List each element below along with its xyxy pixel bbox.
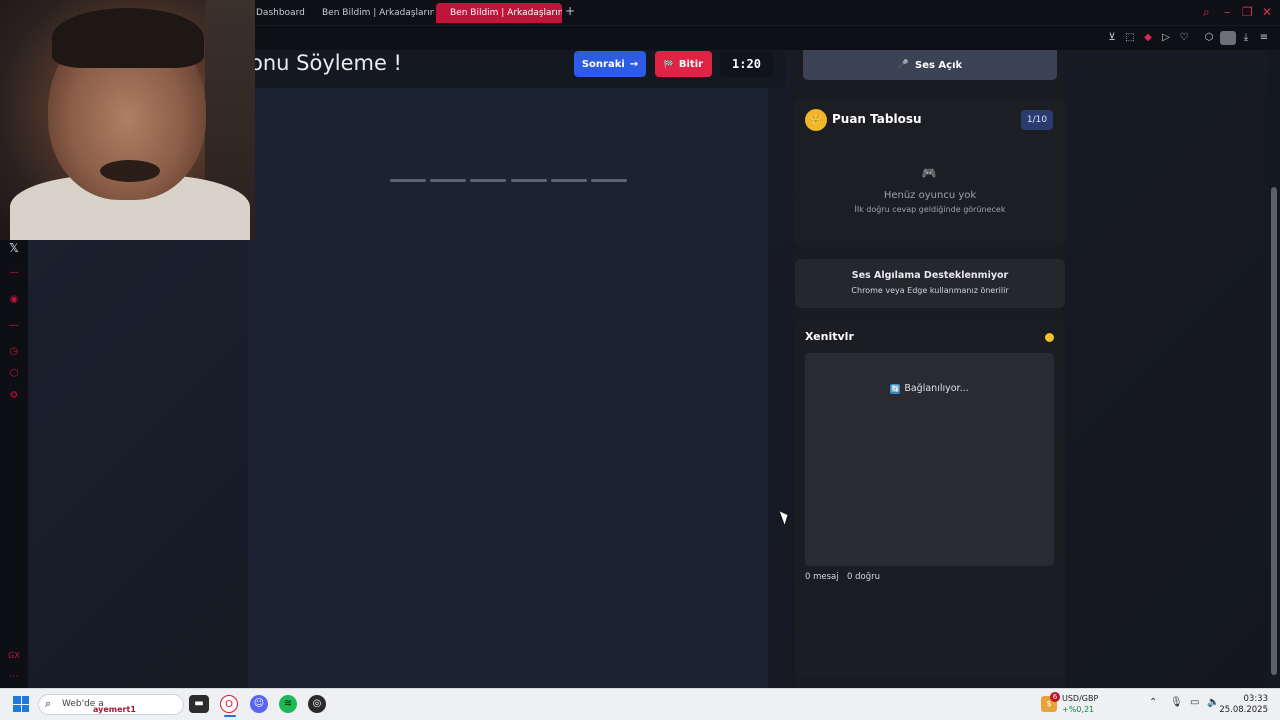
- tab-label: Dashboard: [256, 8, 305, 18]
- answer-slot: [550, 179, 587, 182]
- clock-time[interactable]: 03:33: [1210, 694, 1269, 704]
- next-label: Sonraki: [581, 58, 625, 70]
- history-icon[interactable]: ◷: [7, 345, 21, 359]
- voice-notice-subtitle: Chrome veya Edge kullanmanız önerilir: [851, 286, 1009, 295]
- leaderboard-empty-subtitle: İlk doğru cevap geldiğinde görünecek: [854, 205, 1006, 214]
- stock-ticker-change[interactable]: +%0,21: [1062, 705, 1094, 714]
- tab-ben-bildim-2[interactable]: Ben Bildim | Arkadaşlarını: [436, 3, 562, 23]
- network-icon[interactable]: ▭: [1190, 697, 1199, 708]
- tab-dashboard[interactable]: Dashboard: [248, 3, 308, 23]
- next-button[interactable]: Sonraki →: [574, 51, 646, 77]
- restore-icon[interactable]: ❐: [1242, 5, 1253, 19]
- file-explorer-icon[interactable]: ▬: [189, 695, 209, 713]
- leaderboard-empty-title: Henüz oyuncu yok: [883, 190, 977, 201]
- voice-notice-title: Ses Algılama Desteklenmiyor: [851, 270, 1009, 281]
- webcam-person-hair: [52, 8, 204, 68]
- menu-icon[interactable]: ≡: [1257, 31, 1271, 45]
- discord-icon[interactable]: ☺: [250, 695, 268, 713]
- microphone-icon: 🎤: [897, 60, 910, 70]
- tab-ben-bildim-1[interactable]: Ben Bildim | Arkadaşlarını: [308, 3, 434, 23]
- profile-avatar[interactable]: [1220, 31, 1236, 45]
- voice-notice-card: [795, 259, 1065, 308]
- settings-icon[interactable]: ⚙: [7, 389, 21, 403]
- windows-start-icon[interactable]: [13, 696, 29, 712]
- scrollbar-thumb[interactable]: [1271, 187, 1277, 675]
- chat-status: 🔄 Bağlanılıyor...: [805, 383, 1054, 394]
- correct-count: 0 doğru: [847, 572, 880, 582]
- pin-icon[interactable]: ⊻: [1105, 31, 1119, 45]
- finish-button[interactable]: 🏁 Bitir: [655, 51, 712, 77]
- finish-label: Bitir: [678, 58, 704, 70]
- stock-notification-badge: 6: [1050, 692, 1060, 702]
- answer-slot: [470, 179, 507, 182]
- game-title: onu Söyleme !: [250, 51, 402, 75]
- leaderboard-title: Puan Tablosu: [832, 112, 922, 126]
- search-icon[interactable]: ⌕: [1203, 5, 1210, 20]
- arrow-right-icon: →: [629, 58, 639, 70]
- answer-slot: [390, 179, 426, 182]
- pocket-icon[interactable]: ◆: [1141, 31, 1155, 45]
- sound-label: Ses Açık: [915, 59, 963, 71]
- more-icon[interactable]: ⋯: [7, 670, 21, 684]
- extensions-icon[interactable]: ⬡: [1202, 31, 1216, 45]
- stock-ticker-name[interactable]: USD/GBP: [1062, 694, 1098, 703]
- tab-label: Ben Bildim | Arkadaşlarını: [450, 8, 562, 18]
- opera-gx-icon[interactable]: O: [220, 695, 238, 713]
- search-username: ayemert1: [93, 705, 136, 714]
- countdown-timer: 1:20: [720, 51, 773, 77]
- tab-label: Ben Bildim | Arkadaşlarını: [322, 8, 434, 18]
- extensions-icon[interactable]: ⬡: [7, 367, 21, 381]
- divider-icon: —: [9, 320, 19, 331]
- spotify-icon[interactable]: ≋: [279, 695, 297, 713]
- game-panel: [248, 50, 768, 688]
- gx-icon[interactable]: GX: [7, 649, 21, 663]
- chat-status-text: Bağlanılıyor...: [904, 383, 969, 394]
- player-icon[interactable]: ◉: [7, 293, 21, 307]
- download-icon[interactable]: ⤓: [1239, 31, 1253, 45]
- gamepad-icon: 🎮: [921, 166, 937, 180]
- crown-icon: 👑: [805, 109, 827, 131]
- microphone-icon[interactable]: 🎙: [1170, 697, 1183, 708]
- minimize-icon[interactable]: –: [1224, 5, 1230, 19]
- clock-date[interactable]: 25.08.2025: [1210, 705, 1268, 715]
- active-app-indicator: [224, 715, 236, 717]
- webcam-overlay: [0, 0, 255, 240]
- webcam-person-beard: [100, 160, 160, 182]
- heart-icon[interactable]: ♡: [1177, 31, 1191, 45]
- snapshot-icon[interactable]: ⬚: [1123, 31, 1137, 45]
- player-count-badge: 1/10: [1021, 110, 1053, 130]
- chat-channel-name: Xenitvlr: [805, 330, 854, 343]
- connection-status-dot: [1045, 333, 1054, 342]
- play-icon[interactable]: ▷: [1159, 31, 1173, 45]
- answer-slot: [591, 179, 627, 182]
- chevron-up-icon[interactable]: ⌃: [1149, 697, 1157, 708]
- checkered-flag-icon: 🏁: [663, 59, 674, 69]
- answer-slot: [510, 179, 547, 182]
- refresh-icon: 🔄: [890, 383, 901, 394]
- search-icon: ⌕: [45, 697, 52, 710]
- x-twitter-icon[interactable]: 𝕏: [7, 241, 21, 255]
- obs-icon[interactable]: ◎: [308, 695, 326, 713]
- new-tab-button[interactable]: +: [565, 4, 575, 18]
- sound-toggle-button[interactable]: 🎤 Ses Açık: [803, 50, 1057, 80]
- answer-slot: [430, 179, 467, 182]
- divider-icon: —: [9, 267, 19, 278]
- message-count: 0 mesaj: [805, 572, 839, 582]
- close-icon[interactable]: ✕: [1262, 5, 1272, 19]
